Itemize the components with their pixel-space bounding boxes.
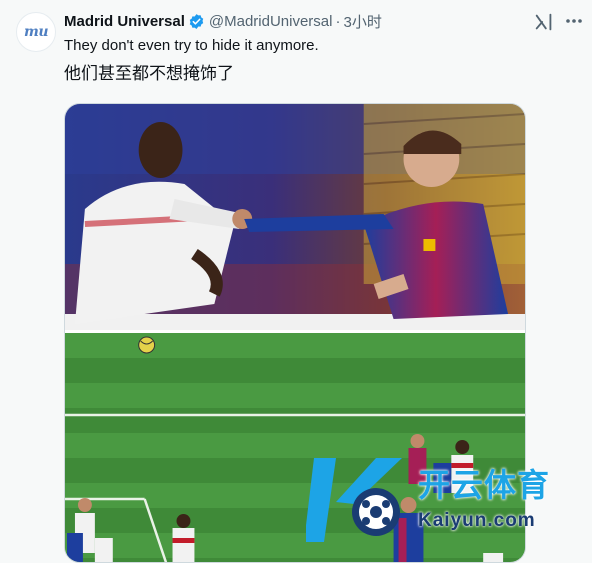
separator-dot: ·: [335, 12, 341, 30]
grok-icon[interactable]: [533, 11, 555, 33]
tweet-header: Madrid Universal @MadridUniversal · 3小时: [64, 11, 382, 31]
photo-shirt-pull[interactable]: [65, 104, 525, 330]
timestamp[interactable]: 3小时: [343, 11, 381, 32]
avatar[interactable]: mu: [16, 12, 56, 52]
photo-pitch[interactable]: [65, 333, 525, 563]
tweet-media[interactable]: [64, 103, 526, 563]
tweet-card[interactable]: mu Madrid Universal @MadridUniversal · 3…: [0, 0, 592, 563]
display-name[interactable]: Madrid Universal: [64, 13, 185, 30]
tweet-text-chinese: 他们甚至都不想掩饰了: [64, 64, 234, 84]
more-options-icon[interactable]: [564, 11, 584, 31]
handle[interactable]: @MadridUniversal: [209, 13, 333, 30]
avatar-logo: mu: [24, 24, 49, 40]
tweet-text-english: They don't even try to hide it anymore.: [64, 37, 319, 54]
verified-badge-icon: [189, 13, 204, 29]
